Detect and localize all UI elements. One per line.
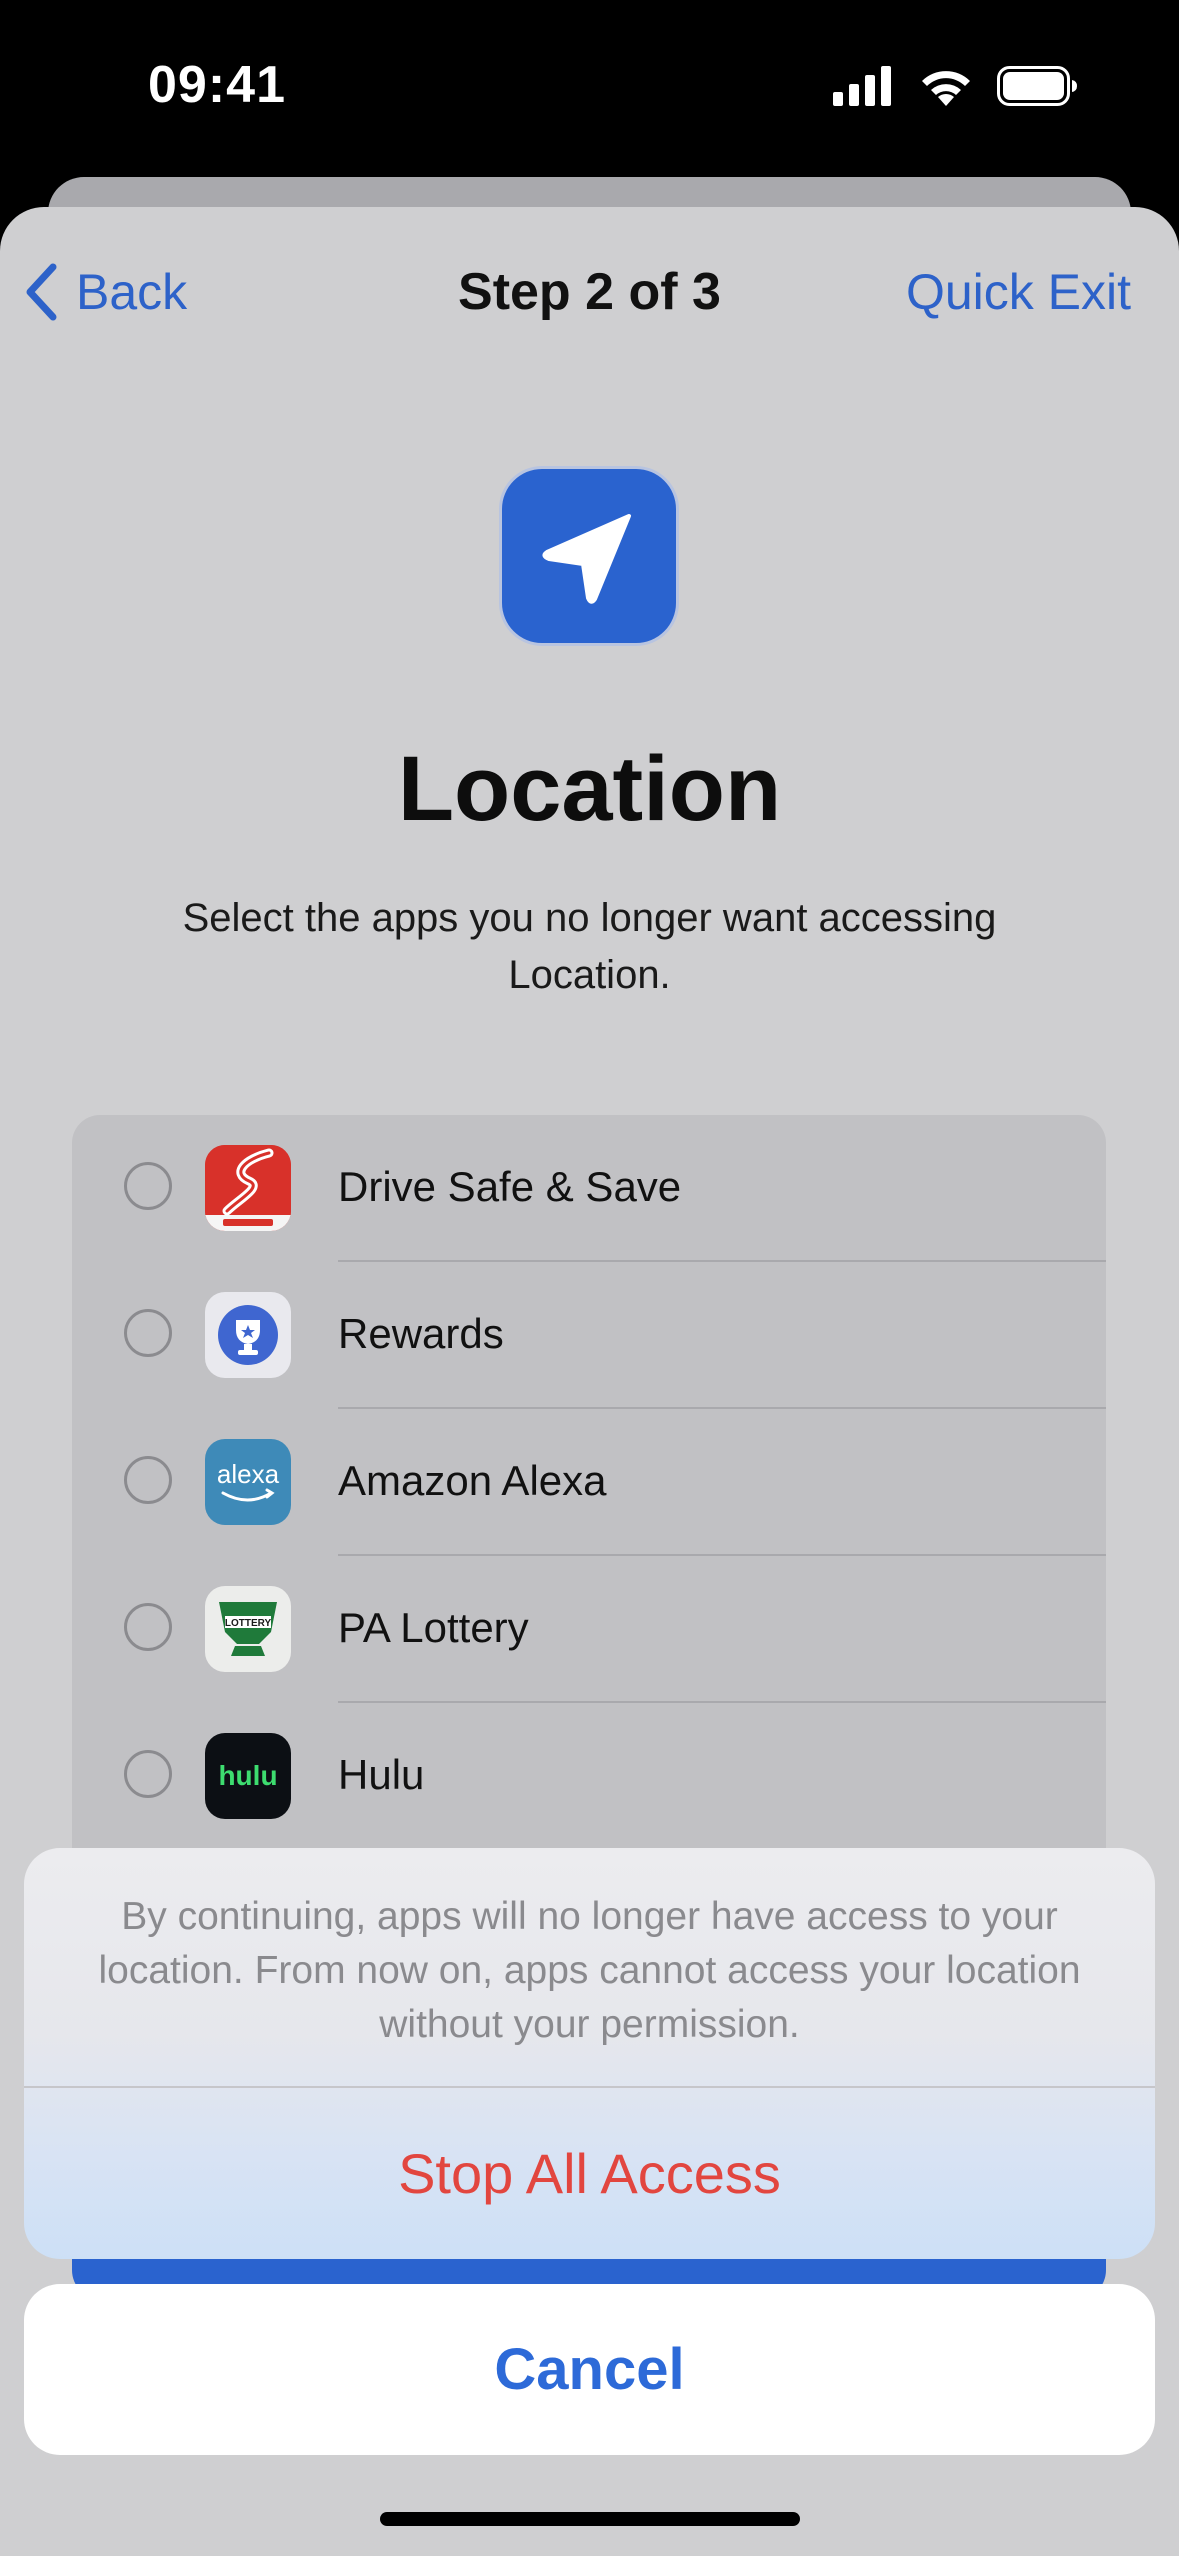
app-name: Rewards <box>338 1310 504 1357</box>
navigation-bar: Back Step 2 of 3 Quick Exit <box>0 207 1179 377</box>
app-name: Hulu <box>338 1751 425 1798</box>
stop-all-access-button[interactable]: Stop All Access <box>24 2088 1155 2259</box>
selection-radio[interactable] <box>124 1309 172 1357</box>
page-title: Location <box>397 738 782 840</box>
selection-radio[interactable] <box>124 1603 172 1651</box>
cellular-signal-icon <box>833 66 891 106</box>
quick-exit-button[interactable]: Quick Exit <box>906 263 1131 321</box>
list-item[interactable]: alexa Amazon Alexa <box>72 1409 1106 1556</box>
status-icons <box>833 66 1079 106</box>
status-time: 09:41 <box>148 56 286 114</box>
action-sheet-message: By continuing, apps will no longer have … <box>98 1895 1081 2046</box>
drive-safe-save-app-icon <box>205 1145 291 1231</box>
location-arrow-glyph <box>542 514 631 604</box>
app-name: PA Lottery <box>338 1604 529 1651</box>
list-item[interactable]: LOTTERY PA Lottery <box>72 1556 1106 1703</box>
list-item[interactable]: Drive Safe & Save <box>72 1115 1106 1262</box>
app-list: Drive Safe & Save Rewards alexa Amazon A… <box>72 1115 1106 1915</box>
action-sheet: By continuing, apps will no longer have … <box>24 1848 1155 2259</box>
svg-text:hulu: hulu <box>218 1760 277 1791</box>
status-bar: 09:41 <box>0 0 1179 175</box>
list-item[interactable]: Rewards <box>72 1262 1106 1409</box>
wifi-icon <box>922 71 970 106</box>
list-item[interactable]: hulu Hulu <box>72 1703 1106 1850</box>
svg-text:LOTTERY: LOTTERY <box>225 1618 272 1629</box>
app-name: Amazon Alexa <box>338 1457 607 1504</box>
hulu-app-icon: hulu <box>205 1733 291 1819</box>
amazon-alexa-app-icon: alexa <box>205 1439 291 1525</box>
rewards-app-icon <box>205 1292 291 1378</box>
location-arrow-icon <box>502 469 676 643</box>
page-subtitle: Select the apps you no longer want acces… <box>182 896 997 997</box>
home-indicator <box>380 2512 800 2526</box>
app-name: Drive Safe & Save <box>338 1163 682 1210</box>
cancel-button[interactable]: Cancel <box>24 2284 1155 2455</box>
selection-radio[interactable] <box>124 1456 172 1504</box>
battery-icon <box>997 66 1077 106</box>
pa-lottery-app-icon: LOTTERY <box>205 1586 291 1672</box>
svg-text:alexa: alexa <box>217 1459 280 1489</box>
selection-radio[interactable] <box>124 1750 172 1798</box>
selection-radio[interactable] <box>124 1162 172 1210</box>
